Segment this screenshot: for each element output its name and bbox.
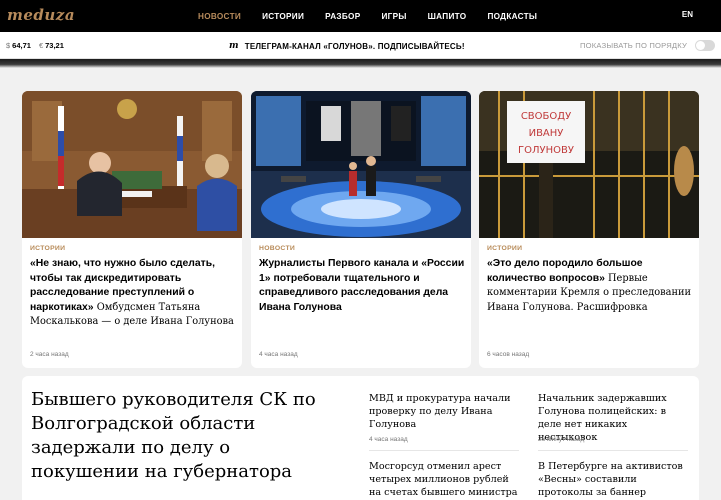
card-timestamp: 6 часов назад bbox=[487, 351, 530, 358]
main-headline[interactable]: Бывшего руководителя СК по Волгоградской… bbox=[31, 388, 341, 484]
card-title[interactable]: «Это дело породило большое количество во… bbox=[487, 257, 695, 315]
nav-stories[interactable]: ИСТОРИИ bbox=[262, 12, 304, 21]
news-item[interactable]: МВД и прокуратура начали проверку по дел… bbox=[369, 392, 519, 431]
card-timestamp: 2 часа назад bbox=[30, 351, 69, 358]
card-image-tv-studio bbox=[251, 91, 471, 238]
card-category: ИСТОРИИ bbox=[487, 245, 523, 252]
divider bbox=[538, 450, 688, 451]
story-card[interactable]: СВОБОДУ ИВАНУ ГОЛУНОВУ ИСТОРИИ «Это дело… bbox=[479, 91, 699, 368]
svg-text:СВОБОДУ: СВОБОДУ bbox=[521, 111, 571, 122]
divider bbox=[369, 450, 519, 451]
nav-podcasts[interactable]: ПОДКАСТЫ bbox=[487, 12, 537, 21]
card-image-meeting bbox=[22, 91, 242, 238]
news-item[interactable]: В Петербурге на активистов «Весны» соста… bbox=[538, 460, 688, 500]
card-title[interactable]: «Не знаю, что нужно было сделать, чтобы … bbox=[30, 257, 238, 330]
svg-text:ИВАНУ: ИВАНУ bbox=[529, 128, 564, 139]
news-item[interactable]: Мосгорсуд отменил арест четырех миллионо… bbox=[369, 460, 519, 499]
rate-eur: €73,21 bbox=[38, 41, 64, 50]
card-timestamp: 4 часа назад bbox=[259, 351, 298, 358]
nav-games[interactable]: ИГРЫ bbox=[381, 12, 406, 21]
telegram-promo-link[interactable]: m ТЕЛЕГРАМ-КАНАЛ «ГОЛУНОВ». ПОДПИСЫВАЙТЕ… bbox=[229, 41, 465, 51]
sort-order-label: ПОКАЗЫВАТЬ ПО ПОРЯДКУ bbox=[580, 41, 687, 50]
card-category: ИСТОРИИ bbox=[30, 245, 66, 252]
news-timestamp: 4 часа назад bbox=[369, 436, 408, 443]
story-card[interactable]: НОВОСТИ Журналисты Первого канала и «Рос… bbox=[251, 91, 471, 368]
top-navigation-bar: meduza НОВОСТИ ИСТОРИИ РАЗБОР ИГРЫ ШАПИТ… bbox=[0, 0, 721, 32]
sort-order-toggle[interactable] bbox=[695, 40, 715, 51]
story-card[interactable]: ИСТОРИИ «Не знаю, что нужно было сделать… bbox=[22, 91, 242, 368]
banner-strip bbox=[0, 59, 721, 68]
info-bar: $64,71 €73,21 m ТЕЛЕГРАМ-КАНАЛ «ГОЛУНОВ»… bbox=[0, 32, 721, 59]
card-image-protest-sign: СВОБОДУ ИВАНУ ГОЛУНОВУ bbox=[479, 91, 699, 238]
nav-analysis[interactable]: РАЗБОР bbox=[325, 12, 360, 21]
card-category: НОВОСТИ bbox=[259, 245, 296, 252]
promo-text: ТЕЛЕГРАМ-КАНАЛ «ГОЛУНОВ». ПОДПИСЫВАЙТЕСЬ… bbox=[244, 41, 465, 51]
nav-news[interactable]: НОВОСТИ bbox=[198, 12, 241, 21]
main-nav: НОВОСТИ ИСТОРИИ РАЗБОР ИГРЫ ШАПИТО ПОДКА… bbox=[198, 0, 558, 32]
currency-rates: $64,71 €73,21 bbox=[6, 41, 72, 50]
meduza-m-icon: m bbox=[229, 41, 239, 51]
news-timestamp: 26 минут назад bbox=[538, 436, 585, 443]
nav-shapito[interactable]: ШАПИТО bbox=[428, 12, 467, 21]
language-switch[interactable]: EN bbox=[682, 10, 693, 19]
card-title[interactable]: Журналисты Первого канала и «России 1» п… bbox=[259, 257, 467, 315]
svg-text:ГОЛУНОВУ: ГОЛУНОВУ bbox=[518, 145, 574, 156]
rate-usd: $64,71 bbox=[6, 41, 31, 50]
meduza-logo[interactable]: meduza bbox=[7, 6, 75, 24]
news-panel: Бывшего руководителя СК по Волгоградской… bbox=[22, 376, 699, 500]
